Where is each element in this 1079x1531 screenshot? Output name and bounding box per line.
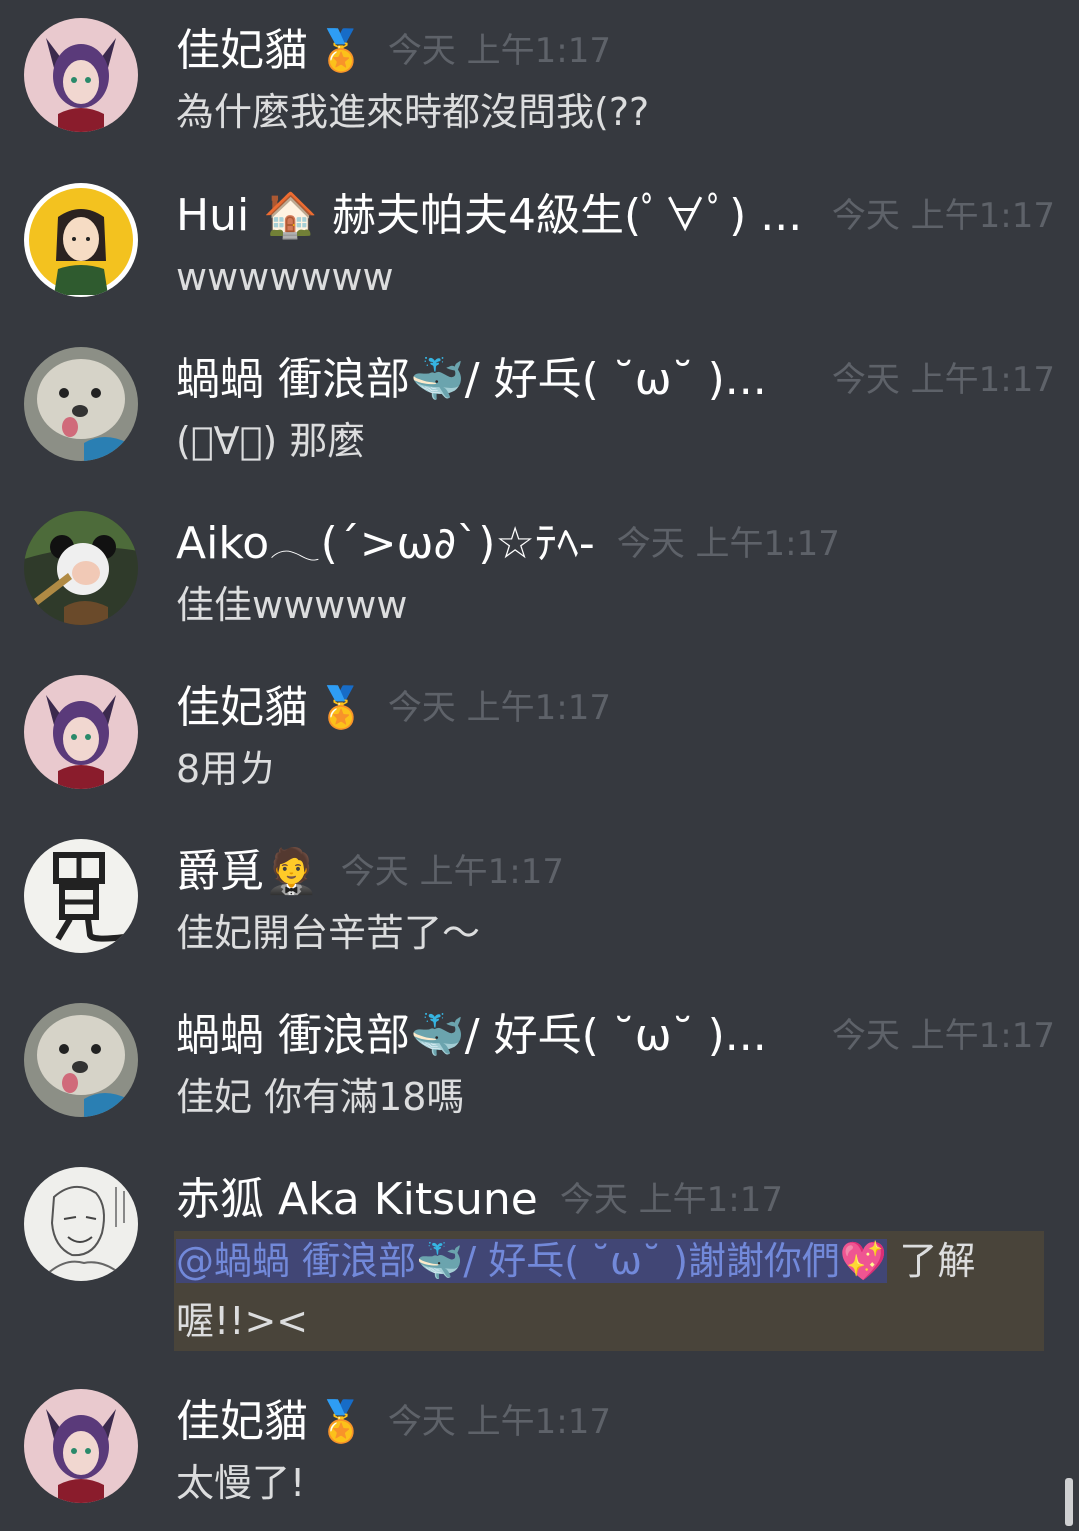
avatar-image-cat-girl — [24, 18, 138, 132]
user-avatar[interactable] — [24, 183, 138, 297]
chat-message-list[interactable]: 佳妃貓 🏅 今天 上午1:17 為什麼我進來時都沒問我(?? Hui 🏠 赫夫帕夫4… — [0, 0, 1079, 1531]
gold-medal-icon: 🏅 — [316, 1399, 366, 1445]
message-text: 8用ㄌ — [176, 747, 277, 791]
message-text: 為什麼我進來時都沒問我(?? — [176, 90, 650, 134]
gold-medal-icon: 🏅 — [316, 685, 366, 731]
timestamp: 今天 上午1:17 — [831, 1016, 1055, 1056]
message-header: Aiko𓂃(´>ω∂`)☆ﾃﾍ- 今天 上午1:17 — [176, 517, 1055, 571]
timestamp: 今天 上午1:17 — [831, 196, 1055, 236]
author-name[interactable]: 蝸蝸 衝浪部🐳/ 好乓( ˘ω˘ )... — [176, 353, 767, 407]
author-name[interactable]: 蝸蝸 衝浪部🐳/ 好乓( ˘ω˘ )... — [176, 1009, 767, 1063]
author-name[interactable]: Aiko𓂃(´>ω∂`)☆ﾃﾍ- — [176, 517, 595, 571]
message-text: 佳佳wwwww — [176, 583, 408, 627]
user-avatar[interactable] — [24, 1389, 138, 1503]
user-avatar[interactable] — [24, 347, 138, 461]
message-header: 蝸蝸 衝浪部🐳/ 好乓( ˘ω˘ )... 今天 上午1:17 — [176, 353, 1055, 407]
message-text: 佳妃開台辛苦了～ — [176, 911, 481, 955]
avatar-image-calligraphy — [24, 839, 138, 953]
scrollbar-thumb[interactable] — [1065, 1478, 1073, 1526]
author-name[interactable]: 佳妃貓 — [176, 24, 308, 78]
avatar-image-cat-girl — [24, 675, 138, 789]
author-name[interactable]: 爵覓🤵 — [176, 845, 319, 899]
message-text: 佳妃 你有滿18嗎 — [176, 1075, 465, 1119]
timestamp: 今天 上午1:17 — [616, 524, 840, 564]
avatar-image-panda-character — [24, 511, 138, 625]
message-header: 蝸蝸 衝浪部🐳/ 好乓( ˘ω˘ )... 今天 上午1:17 — [176, 1009, 1055, 1063]
avatar-image-dog — [24, 347, 138, 461]
avatar-image-cat-girl — [24, 1389, 138, 1503]
message-header: 赤狐 Aka Kitsune 今天 上午1:17 — [176, 1173, 1055, 1227]
message-header: 佳妃貓 🏅 今天 上午1:17 — [176, 1395, 1055, 1449]
message-header: Hui 🏠 赫夫帕夫4級生(ﾟ∀ﾟ) ... 今天 上午1:17 — [176, 189, 1055, 243]
timestamp: 今天 上午1:17 — [340, 852, 564, 892]
message-header: 佳妃貓 🏅 今天 上午1:17 — [176, 24, 1055, 78]
timestamp: 今天 上午1:17 — [387, 688, 611, 728]
timestamp: 今天 上午1:17 — [387, 1402, 611, 1442]
message-text: 太慢了! — [176, 1461, 306, 1505]
message-text: wwwwwww — [176, 255, 394, 299]
avatar-image-dog — [24, 1003, 138, 1117]
user-avatar[interactable] — [24, 1003, 138, 1117]
user-avatar[interactable] — [24, 675, 138, 789]
avatar-image-sketch — [24, 1167, 138, 1281]
user-avatar[interactable] — [24, 18, 138, 132]
avatar-image-girl-yellow — [24, 183, 138, 297]
author-name[interactable]: 赤狐 Aka Kitsune — [176, 1173, 538, 1227]
author-name[interactable]: 佳妃貓 — [176, 1395, 308, 1449]
timestamp: 今天 上午1:17 — [831, 360, 1055, 400]
author-name[interactable]: 佳妃貓 — [176, 681, 308, 735]
message-text: (ﾟ∀ﾟ) 那麼 — [176, 419, 366, 463]
user-avatar[interactable] — [24, 839, 138, 953]
user-avatar[interactable] — [24, 1167, 138, 1281]
timestamp: 今天 上午1:17 — [559, 1180, 784, 1220]
author-name[interactable]: Hui 🏠 赫夫帕夫4級生(ﾟ∀ﾟ) ... — [176, 189, 802, 243]
timestamp: 今天 上午1:17 — [387, 31, 611, 71]
user-mention[interactable]: @蝸蝸 衝浪部🐳/ 好乓( ˘ω˘ )謝謝你們💖 — [176, 1239, 888, 1283]
gold-medal-icon: 🏅 — [316, 28, 366, 74]
user-avatar[interactable] — [24, 511, 138, 625]
message-header: 佳妃貓 🏅 今天 上午1:17 — [176, 681, 1055, 735]
message-header: 爵覓🤵 今天 上午1:17 — [176, 845, 1055, 899]
highlighted-message: @蝸蝸 衝浪部🐳/ 好乓( ˘ω˘ )謝謝你們💖 了解喔!!>< — [174, 1231, 1044, 1351]
